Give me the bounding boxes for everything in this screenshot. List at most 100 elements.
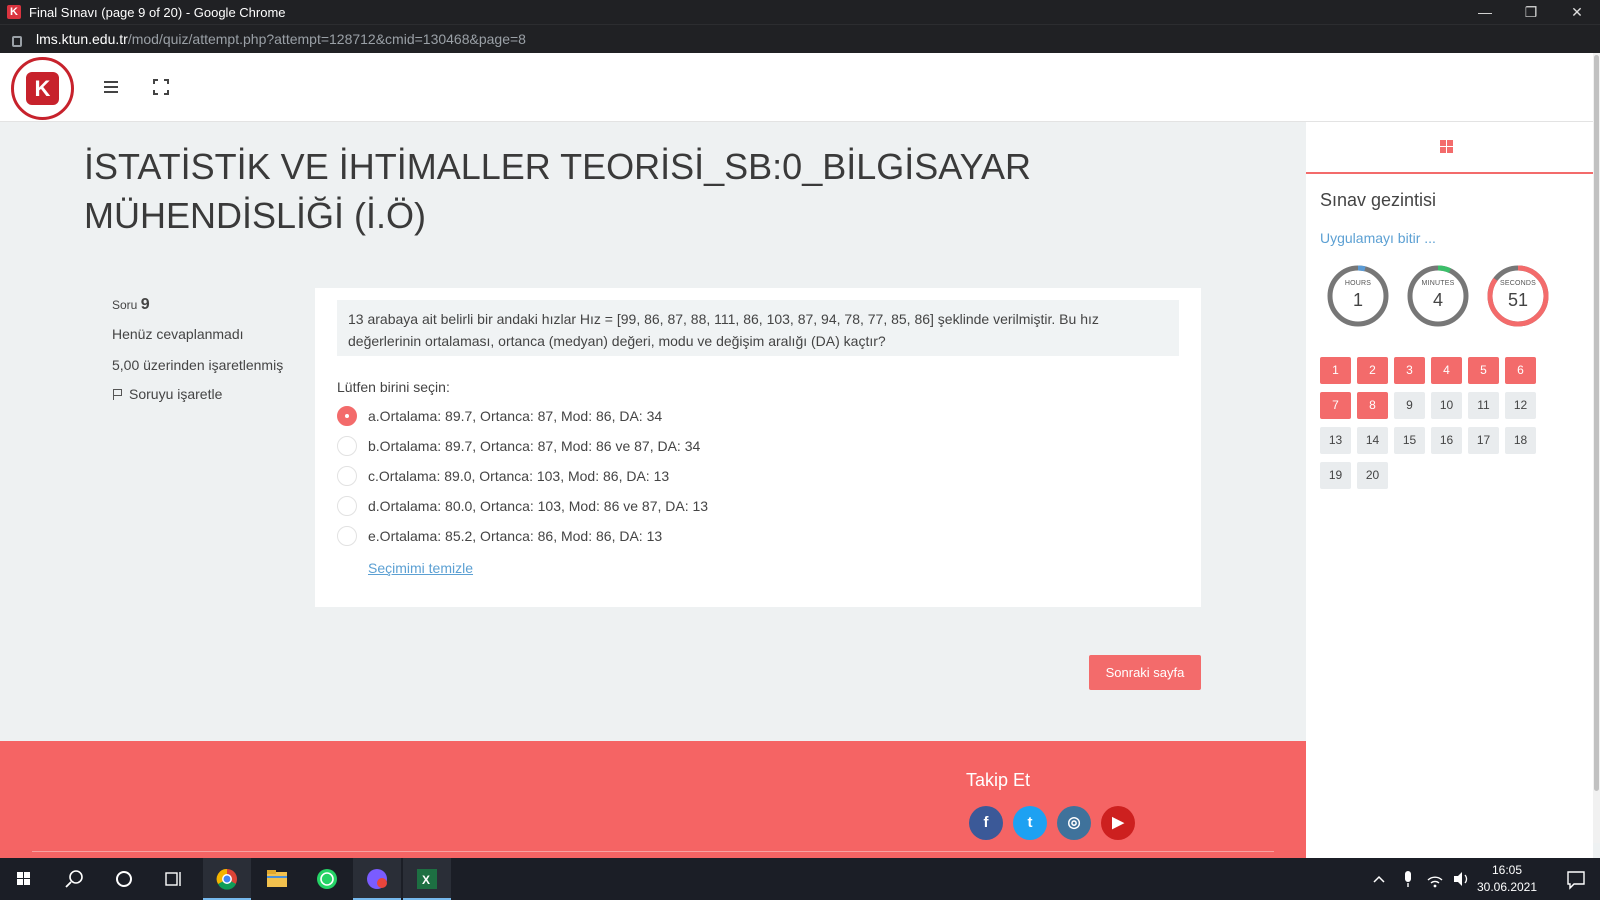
restore-button[interactable]: ❐ [1508, 0, 1554, 24]
quiz-nav-button[interactable]: 2 [1357, 357, 1388, 384]
twitter-icon[interactable]: t [1013, 806, 1047, 840]
answer-radio[interactable] [337, 436, 357, 456]
chrome-taskbar-icon[interactable] [203, 858, 251, 900]
timer-seconds-label: SECONDS [1499, 280, 1537, 287]
answer-label[interactable]: a.Ortalama: 89.7, Ortanca: 87, Mod: 86, … [368, 408, 662, 424]
timer-minutes-value: 4 [1432, 290, 1443, 310]
social-links: f t ◎ ▶ [969, 806, 1145, 840]
window-controls: — ❐ ✕ [1462, 0, 1600, 24]
quiz-nav-button[interactable]: 19 [1320, 462, 1351, 489]
fullscreen-icon[interactable] [153, 79, 169, 95]
clock-time: 16:05 [1491, 863, 1523, 877]
university-logo[interactable]: K [11, 57, 74, 120]
notifications-icon[interactable] [1552, 858, 1600, 900]
site-footer: Takip Et f t ◎ ▶ [0, 741, 1306, 858]
question-info: Soru 9 Henüz cevaplanmadı 5,00 üzerinden… [112, 296, 292, 402]
timer-seconds: SECONDS 51 [1486, 264, 1550, 328]
task-view-icon[interactable] [150, 858, 198, 900]
answer-option[interactable]: c.Ortalama: 89.0, Ortanca: 103, Mod: 86,… [337, 461, 708, 491]
quiz-nav-button[interactable]: 20 [1357, 462, 1388, 489]
question-state: Henüz cevaplanmadı [112, 326, 244, 342]
quiz-nav-button[interactable]: 13 [1320, 427, 1351, 454]
site-favicon-icon [7, 5, 21, 19]
facebook-icon[interactable]: f [969, 806, 1003, 840]
answer-label[interactable]: b.Ortalama: 89.7, Ortanca: 87, Mod: 86 v… [368, 438, 700, 454]
answer-radio[interactable] [337, 466, 357, 486]
quiz-nav-button[interactable]: 7 [1320, 392, 1351, 419]
answer-list: a.Ortalama: 89.7, Ortanca: 87, Mod: 86, … [337, 401, 708, 551]
next-page-button[interactable]: Sonraki sayfa [1089, 655, 1201, 690]
timer-seconds-value: 51 [1507, 290, 1529, 310]
youtube-icon[interactable]: ▶ [1101, 806, 1135, 840]
cortana-icon[interactable] [100, 858, 148, 900]
lock-icon[interactable] [12, 35, 22, 47]
clear-selection-link[interactable]: Seçimimi temizle [368, 560, 473, 576]
microphone-icon[interactable] [1395, 858, 1421, 900]
question-card: 13 arabaya ait belirli bir andaki hızlar… [315, 288, 1201, 607]
timer-minutes-label: MINUTES [1421, 280, 1455, 287]
answer-option[interactable]: b.Ortalama: 89.7, Ortanca: 87, Mod: 86 v… [337, 431, 708, 461]
quiz-nav-button[interactable]: 17 [1468, 427, 1499, 454]
answer-label[interactable]: c.Ortalama: 89.0, Ortanca: 103, Mod: 86,… [368, 468, 669, 484]
quiz-navigation-drawer: Sınav gezintisi Uygulamayı bitir ... HOU… [1306, 122, 1593, 858]
quiz-nav-button[interactable]: 4 [1431, 357, 1462, 384]
file-explorer-icon[interactable] [253, 858, 301, 900]
flag-question-label: Soruyu işaretle [129, 386, 223, 402]
question-number-value: 9 [140, 296, 150, 313]
timer-hours-label: HOURS [1344, 280, 1372, 287]
footer-divider [32, 851, 1274, 852]
hamburger-menu-icon[interactable] [104, 81, 118, 93]
page-scrollbar[interactable] [1593, 53, 1600, 843]
clock-date: 30.06.2021 [1476, 880, 1538, 894]
chat-app-icon[interactable] [353, 858, 401, 900]
taskbar-clock[interactable]: 16:05 30.06.2021 [1472, 862, 1542, 896]
windows-start-icon[interactable] [0, 858, 48, 900]
grid-icon[interactable] [1440, 140, 1453, 153]
answer-label[interactable]: d.Ortalama: 80.0, Ortanca: 103, Mod: 86 … [368, 498, 708, 514]
answer-radio[interactable] [337, 496, 357, 516]
quiz-nav-button[interactable]: 12 [1505, 392, 1536, 419]
answer-prompt: Lütfen birini seçin: [337, 379, 450, 395]
instagram-icon[interactable]: ◎ [1057, 806, 1091, 840]
answer-option[interactable]: d.Ortalama: 80.0, Ortanca: 103, Mod: 86 … [337, 491, 708, 521]
excel-icon[interactable]: X [403, 858, 451, 900]
quiz-nav-button[interactable]: 3 [1394, 357, 1425, 384]
answer-radio[interactable] [337, 526, 357, 546]
quiz-nav-button[interactable]: 15 [1394, 427, 1425, 454]
question-number-label: Soru [112, 298, 138, 312]
answer-option[interactable]: a.Ortalama: 89.7, Ortanca: 87, Mod: 86, … [337, 401, 708, 431]
timer-hours: HOURS 1 [1326, 264, 1390, 328]
minimize-button[interactable]: — [1462, 0, 1508, 24]
url-path: /mod/quiz/attempt.php?attempt=128712&cmi… [127, 31, 526, 47]
quiz-nav-button[interactable]: 14 [1357, 427, 1388, 454]
quiz-nav-button[interactable]: 5 [1468, 357, 1499, 384]
close-window-button[interactable]: ✕ [1554, 0, 1600, 24]
volume-icon[interactable] [1448, 858, 1474, 900]
question-text: 13 arabaya ait belirli bir andaki hızlar… [337, 300, 1179, 356]
url-host: lms.ktun.edu.tr [36, 31, 128, 47]
question-grade: 5,00 üzerinden işaretlenmiş [112, 357, 284, 373]
site-header: K [0, 53, 1600, 122]
quiz-nav-button[interactable]: 8 [1357, 392, 1388, 419]
window-title: Final Sınavı (page 9 of 20) - Google Chr… [29, 4, 286, 20]
browser-title-bar: Final Sınavı (page 9 of 20) - Google Chr… [0, 0, 1600, 24]
answer-option[interactable]: e.Ortalama: 85.2, Ortanca: 86, Mod: 86, … [337, 521, 708, 551]
quiz-nav-button[interactable]: 9 [1394, 392, 1425, 419]
wifi-icon[interactable] [1422, 858, 1448, 900]
tray-chevron-up-icon[interactable] [1364, 858, 1394, 900]
answer-radio[interactable] [337, 406, 357, 426]
quiz-nav-button[interactable]: 1 [1320, 357, 1351, 384]
address-bar[interactable]: lms.ktun.edu.tr/mod/quiz/attempt.php?att… [0, 24, 1600, 53]
flag-question-link[interactable]: Soruyu işaretle [112, 386, 292, 402]
quiz-nav-button[interactable]: 10 [1431, 392, 1462, 419]
quiz-nav-button[interactable]: 18 [1505, 427, 1536, 454]
answer-label[interactable]: e.Ortalama: 85.2, Ortanca: 86, Mod: 86, … [368, 528, 662, 544]
finish-attempt-link[interactable]: Uygulamayı bitir ... [1320, 230, 1436, 246]
flag-icon [112, 388, 123, 400]
quiz-nav-button[interactable]: 11 [1468, 392, 1499, 419]
timer-minutes: MINUTES 4 [1406, 264, 1470, 328]
quiz-nav-button[interactable]: 6 [1505, 357, 1536, 384]
quiz-nav-button[interactable]: 16 [1431, 427, 1462, 454]
whatsapp-icon[interactable] [303, 858, 351, 900]
search-icon[interactable] [50, 858, 98, 900]
